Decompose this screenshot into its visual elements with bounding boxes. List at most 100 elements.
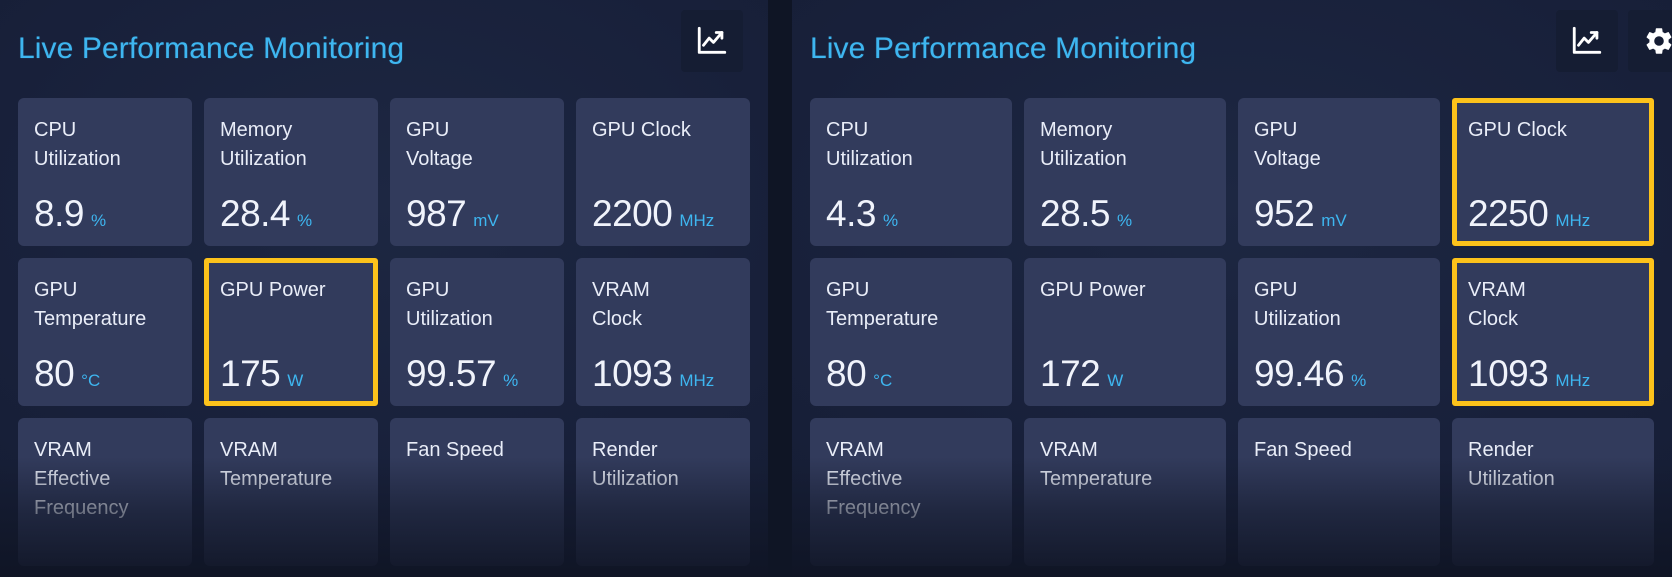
metric-value: 175 xyxy=(220,353,281,394)
metric-value-row: 2250 MHz xyxy=(1468,195,1638,232)
monitoring-panel-left: Live Performance Monitoring CPU Utilizati… xyxy=(0,0,768,577)
metric-value: 99.57 xyxy=(406,353,497,394)
metric-label: Render Utilization xyxy=(1468,439,1555,490)
metric-card[interactable]: GPU Temperature 80 °C xyxy=(18,258,192,406)
metric-value-row: 28.5 % xyxy=(1040,195,1210,232)
header-actions-left xyxy=(681,10,743,72)
metric-label: GPU Temperature xyxy=(34,279,147,330)
metric-value-row: 80 °C xyxy=(826,355,996,392)
metric-card[interactable]: GPU Voltage 987 mV xyxy=(390,98,564,246)
metric-card[interactable]: GPU Clock 2200 MHz xyxy=(576,98,750,246)
metric-value: 28.5 xyxy=(1040,193,1111,234)
monitoring-panel-right: Live Performance Monitoring CPU Utilizat… xyxy=(792,0,1672,577)
metric-card[interactable]: Fan Speed xyxy=(390,418,564,566)
metric-label: GPU Clock xyxy=(1468,119,1567,141)
metric-unit: % xyxy=(1117,211,1133,230)
metric-label: GPU Power xyxy=(1040,279,1146,301)
metric-value-row: 1093 MHz xyxy=(592,355,734,392)
chart-icon xyxy=(695,24,729,58)
metric-label: VRAM Effective Frequency xyxy=(826,439,921,519)
metric-card-highlighted[interactable]: VRAM Clock 1093 MHz xyxy=(1452,258,1654,406)
metric-value-row: 99.57 % xyxy=(406,355,548,392)
metric-unit: % xyxy=(297,211,313,230)
metric-unit: % xyxy=(503,371,519,390)
metric-unit: % xyxy=(90,211,107,230)
metric-card-highlighted[interactable]: GPU Power 175 W xyxy=(204,258,378,406)
metric-value-row: 80 °C xyxy=(34,355,176,392)
metric-value: 8.9 xyxy=(34,193,84,234)
metric-card[interactable]: Memory Utilization 28.4 % xyxy=(204,98,378,246)
metric-value: 4.3 xyxy=(826,193,876,234)
metric-value: 172 xyxy=(1040,353,1101,394)
metric-card[interactable]: Render Utilization xyxy=(1452,418,1654,566)
panel-header-right: Live Performance Monitoring xyxy=(792,0,1672,98)
chart-icon-button[interactable] xyxy=(1556,10,1618,72)
metric-unit: W xyxy=(1107,371,1124,390)
header-actions-right xyxy=(1556,10,1672,72)
metric-value-row: 99.46 % xyxy=(1254,355,1424,392)
metric-unit: mV xyxy=(473,211,499,230)
metric-value-row: 28.4 % xyxy=(220,195,362,232)
page-title: Live Performance Monitoring xyxy=(810,32,1197,65)
metric-label: GPU Voltage xyxy=(1254,119,1321,170)
metric-card[interactable]: VRAM Clock 1093 MHz xyxy=(576,258,750,406)
metric-label: GPU Power xyxy=(220,279,326,301)
metric-card[interactable]: VRAM Temperature xyxy=(1024,418,1226,566)
panel-divider xyxy=(768,0,792,577)
metric-value: 1093 xyxy=(592,353,673,394)
metric-card[interactable]: Fan Speed xyxy=(1238,418,1440,566)
metric-value: 80 xyxy=(34,353,75,394)
metric-card[interactable]: Render Utilization xyxy=(576,418,750,566)
metric-value: 952 xyxy=(1254,193,1315,234)
performance-monitoring-screen: Live Performance Monitoring CPU Utilizati… xyxy=(0,0,1672,577)
metric-value-row: 952 mV xyxy=(1254,195,1424,232)
metric-unit: MHz xyxy=(1555,371,1591,390)
settings-icon xyxy=(1643,25,1672,57)
metric-value: 2250 xyxy=(1468,193,1549,234)
metric-label: VRAM Clock xyxy=(592,279,650,330)
metric-unit: % xyxy=(1351,371,1367,390)
metric-label: Render Utilization xyxy=(592,439,679,490)
metric-label: VRAM Temperature xyxy=(1040,439,1153,490)
metric-unit: mV xyxy=(1321,211,1347,230)
metric-card[interactable]: CPU Utilization 4.3 % xyxy=(810,98,1012,246)
metric-card[interactable]: GPU Utilization 99.46 % xyxy=(1238,258,1440,406)
metric-value: 987 xyxy=(406,193,467,234)
metric-label: GPU Temperature xyxy=(826,279,939,330)
metric-value-row: 175 W xyxy=(220,355,362,392)
metric-card-highlighted[interactable]: GPU Clock 2250 MHz xyxy=(1452,98,1654,246)
metric-card[interactable]: GPU Utilization 99.57 % xyxy=(390,258,564,406)
metric-card[interactable]: GPU Temperature 80 °C xyxy=(810,258,1012,406)
metric-card[interactable]: VRAM Temperature xyxy=(204,418,378,566)
metric-label: CPU Utilization xyxy=(826,119,913,170)
metric-value: 80 xyxy=(826,353,867,394)
metric-card[interactable]: GPU Voltage 952 mV xyxy=(1238,98,1440,246)
chart-icon xyxy=(1570,24,1604,58)
metric-value: 99.46 xyxy=(1254,353,1345,394)
metric-label: VRAM Effective Frequency xyxy=(34,439,129,519)
metric-card[interactable]: Memory Utilization 28.5 % xyxy=(1024,98,1226,246)
metric-label: GPU Clock xyxy=(592,119,691,141)
metric-card[interactable]: GPU Power 172 W xyxy=(1024,258,1226,406)
metric-unit: MHz xyxy=(679,371,715,390)
metric-label: Memory Utilization xyxy=(1040,119,1127,170)
metric-card[interactable]: VRAM Effective Frequency xyxy=(810,418,1012,566)
metric-label: CPU Utilization xyxy=(34,119,121,170)
metric-value: 28.4 xyxy=(220,193,291,234)
metric-card[interactable]: VRAM Effective Frequency xyxy=(18,418,192,566)
metric-label: VRAM Clock xyxy=(1468,279,1526,330)
metrics-grid-right: CPU Utilization 4.3 % Memory Utilization 2… xyxy=(792,98,1672,566)
metric-unit: °C xyxy=(873,371,893,390)
panel-header-left: Live Performance Monitoring xyxy=(0,0,768,98)
metric-label: Fan Speed xyxy=(1254,439,1352,461)
metric-label: Fan Speed xyxy=(406,439,504,461)
settings-icon-button[interactable] xyxy=(1628,10,1672,72)
metric-label: GPU Utilization xyxy=(406,279,493,330)
metrics-grid-left: CPU Utilization 8.9 % Memory Utilization 2… xyxy=(0,98,768,566)
metric-label: GPU Utilization xyxy=(1254,279,1341,330)
metric-value: 2200 xyxy=(592,193,673,234)
metric-card[interactable]: CPU Utilization 8.9 % xyxy=(18,98,192,246)
chart-icon-button[interactable] xyxy=(681,10,743,72)
metric-label: Memory Utilization xyxy=(220,119,307,170)
page-title: Live Performance Monitoring xyxy=(18,32,405,65)
